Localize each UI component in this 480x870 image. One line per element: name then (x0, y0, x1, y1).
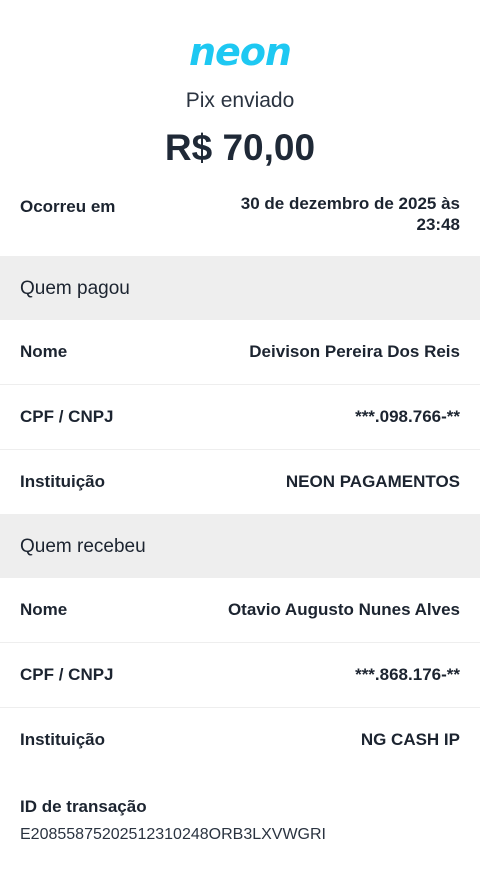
payer-institution-row: Instituição NEON PAGAMENTOS (0, 449, 480, 514)
transaction-amount: R$ 70,00 (164, 127, 316, 168)
payer-name-value: Deivison Pereira Dos Reis (249, 342, 460, 361)
payee-document-row: CPF / CNPJ ***.868.176-** (0, 642, 480, 707)
payer-section-title: Quem pagou (20, 278, 130, 299)
occurred-at-time: 23:48 (416, 215, 460, 234)
transaction-id-value[interactable]: E20855875202512310248ORB3LXVWGRI (20, 824, 326, 846)
payee-institution-value: NG CASH IP (360, 730, 460, 749)
occurred-at-label: Ocorreu em (20, 197, 116, 216)
payee-section-header: Quem recebeu (0, 514, 480, 578)
payer-name-label: Nome (20, 342, 68, 361)
payer-institution-value: NEON PAGAMENTOS (285, 472, 460, 491)
transaction-id-block: ID de transação E20855875202512310248ORB… (0, 772, 480, 868)
occurred-at-date: 30 de dezembro de 2025 às (240, 194, 460, 213)
payee-institution-label: Instituição (20, 730, 106, 749)
payer-section-header: Quem pagou (0, 256, 480, 320)
payee-document-value: ***.868.176-** (355, 665, 460, 684)
payee-name-label: Nome (20, 600, 68, 619)
neon-logo: neon (189, 30, 292, 74)
payee-institution-row: Instituição NG CASH IP (0, 707, 480, 772)
payer-document-value: ***.098.766-** (355, 407, 460, 426)
occurred-at-row: Ocorreu em 30 de dezembro de 2025 às 23:… (0, 180, 480, 256)
receipt-header: neon Pix enviado R$ 70,00 (0, 0, 480, 180)
payee-document-label: CPF / CNPJ (20, 665, 114, 684)
pix-receipt: neon Pix enviado R$ 70,00 Ocorreu em 30 … (0, 0, 480, 870)
payer-name-row: Nome Deivison Pereira Dos Reis (0, 320, 480, 384)
transaction-status: Pix enviado (185, 89, 295, 112)
payee-section-title: Quem recebeu (20, 536, 146, 557)
payer-document-label: CPF / CNPJ (20, 407, 114, 426)
payee-name-value: Otavio Augusto Nunes Alves (227, 600, 460, 619)
transaction-id-label: ID de transação (20, 797, 147, 816)
occurred-at-value: 30 de dezembro de 2025 às 23:48 (210, 193, 460, 235)
payee-name-row: Nome Otavio Augusto Nunes Alves (0, 578, 480, 642)
payer-institution-label: Instituição (20, 472, 106, 491)
payer-document-row: CPF / CNPJ ***.098.766-** (0, 384, 480, 449)
